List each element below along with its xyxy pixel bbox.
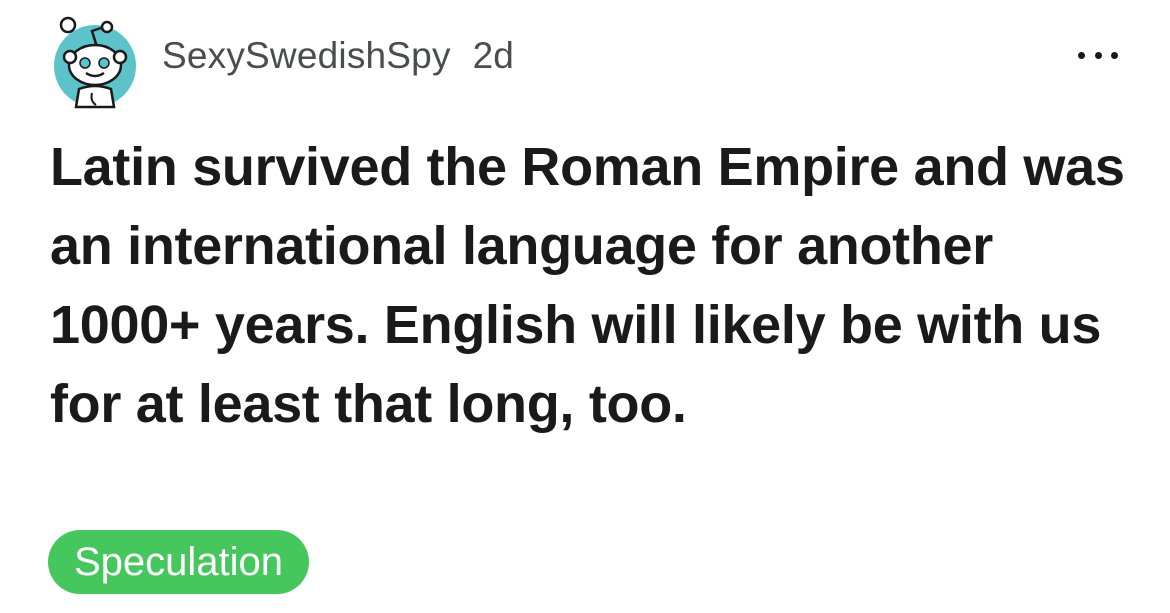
post-header: SexySwedishSpy 2d xyxy=(52,6,514,109)
avatar[interactable] xyxy=(52,13,138,109)
post-age: 2d xyxy=(472,35,514,76)
post-flair[interactable]: Speculation xyxy=(48,530,310,594)
author-username[interactable]: SexySwedishSpy xyxy=(162,35,451,77)
more-options-icon-dot xyxy=(1111,51,1118,59)
more-options-icon xyxy=(1078,51,1085,59)
more-options-icon-dot xyxy=(1094,51,1102,59)
post-title[interactable]: Latin survived the Roman Empire and was … xyxy=(50,128,1130,444)
snoo-avatar-icon xyxy=(54,16,136,109)
more-options-button[interactable] xyxy=(1078,40,1118,70)
